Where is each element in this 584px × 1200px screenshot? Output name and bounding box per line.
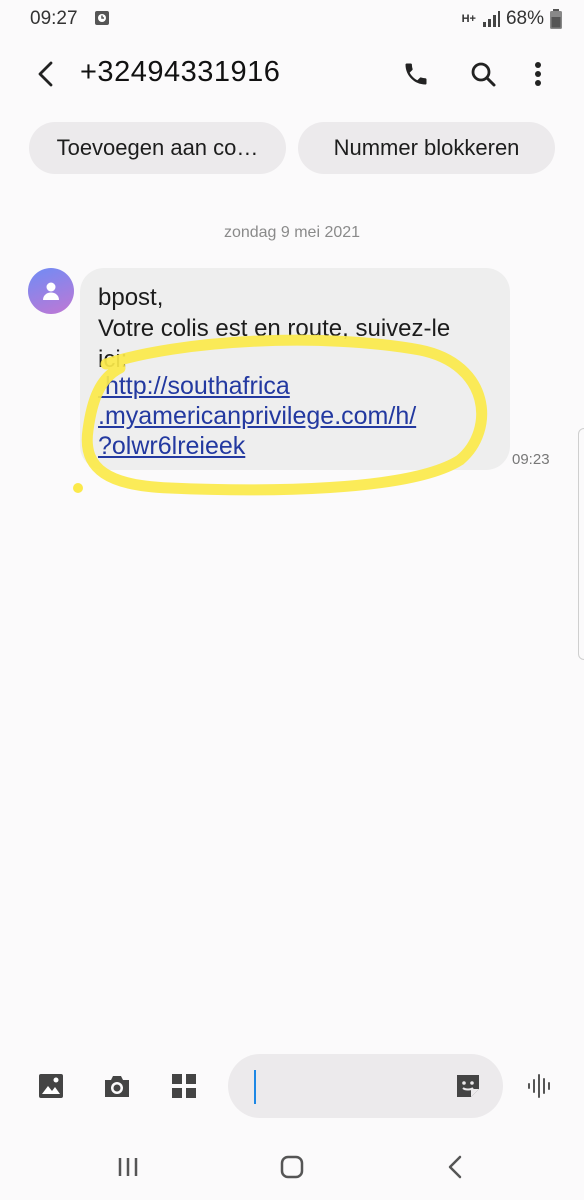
more-vert-icon	[535, 62, 541, 86]
phone-icon	[405, 63, 427, 85]
scrollbar[interactable]	[578, 428, 584, 660]
apps-button[interactable]	[164, 1066, 204, 1106]
search-button[interactable]	[463, 54, 503, 94]
back-arrow-icon	[38, 61, 53, 87]
add-to-contacts-button[interactable]: Toevoegen aan co…	[29, 122, 286, 174]
back-icon	[448, 1155, 462, 1179]
voice-record-button[interactable]	[520, 1066, 560, 1106]
voice-wave-icon	[528, 1074, 550, 1098]
image-icon	[39, 1074, 63, 1098]
camera-button[interactable]	[97, 1066, 137, 1106]
recent-apps-button[interactable]	[103, 1146, 153, 1188]
block-number-button[interactable]: Nummer blokkeren	[298, 122, 555, 174]
highlight-annotation	[73, 334, 487, 496]
text-cursor	[254, 1070, 256, 1104]
gallery-button[interactable]	[31, 1066, 71, 1106]
system-back-button[interactable]	[430, 1146, 480, 1188]
sticker-icon	[457, 1075, 479, 1097]
search-icon	[471, 62, 496, 87]
grid-icon	[172, 1074, 196, 1098]
more-options-button[interactable]	[518, 54, 558, 94]
date-separator: zondag 9 mei 2021	[223, 224, 361, 241]
back-button[interactable]	[26, 54, 66, 94]
person-icon	[43, 282, 59, 300]
home-button[interactable]	[267, 1146, 317, 1188]
sticker-button[interactable]	[448, 1066, 488, 1106]
avatar[interactable]	[28, 268, 74, 314]
network-type-icon: H+	[461, 13, 476, 25]
battery-icon	[550, 9, 562, 29]
conversation-title: +32494331916	[80, 56, 281, 88]
recents-icon	[118, 1158, 138, 1176]
message-time: 09:23	[512, 451, 550, 468]
battery-percent: 68%	[505, 8, 544, 29]
status-time: 09:27	[30, 8, 78, 29]
call-button[interactable]	[396, 54, 436, 94]
alarm-icon	[94, 10, 110, 31]
signal-icon	[482, 11, 500, 27]
camera-icon	[105, 1076, 129, 1097]
home-icon	[280, 1155, 304, 1179]
status-right: H+ 68%	[462, 8, 562, 30]
